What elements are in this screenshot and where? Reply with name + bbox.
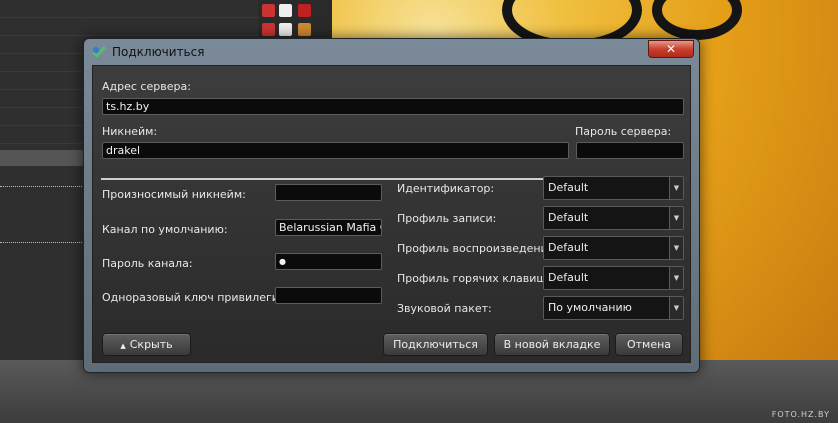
connect-button[interactable]: Подключиться [383,333,488,356]
nickname-input[interactable]: drakel [102,142,569,159]
identity-label: Идентификатор: [397,182,495,195]
close-button[interactable]: ✕ [648,40,694,58]
default-channel-label: Канал по умолчанию: [102,223,228,236]
user-icon [279,4,292,17]
default-channel-input[interactable]: Belarussian Mafia Crew [275,219,382,236]
background-row [0,18,258,36]
privilege-key-label: Одноразовый ключ привилегий: [102,291,290,304]
hide-button-label: Скрыть [129,338,173,351]
dialog-body: Адрес сервера: ts.hz.by Никнейм: drakel … [92,65,691,363]
chevron-down-icon[interactable]: ▼ [669,177,683,199]
flag-icon [262,23,275,36]
playback-profile-label: Профиль воспроизведения: [397,242,558,255]
phonetic-nickname-label: Произносимый никнейм: [102,188,246,201]
hotkey-profile-select-value: Default [548,271,589,284]
chevron-down-icon[interactable]: ▼ [669,207,683,229]
badge-icon [298,4,311,17]
chevron-down-icon[interactable]: ▼ [669,297,683,319]
watermark: FOTO.HZ.BY [771,410,830,419]
dialog-titlebar[interactable]: Подключиться ✕ [84,39,699,65]
hotkey-profile-select[interactable]: Default ▼ [543,266,684,290]
new-tab-button[interactable]: В новой вкладке [494,333,610,356]
artwork-stroke [652,0,742,40]
channel-password-label: Пароль канала: [102,257,193,270]
background-dotted-line [0,186,90,187]
badge-icon [298,23,311,36]
sound-pack-select-value: По умолчанию [548,301,632,314]
sound-pack-label: Звуковой пакет: [397,302,492,315]
playback-profile-select[interactable]: Default ▼ [543,236,684,260]
dialog-title: Подключиться [112,45,205,59]
background-dotted-line [0,242,90,243]
teamspeak-icon [91,46,107,59]
server-password-label: Пароль сервера: [575,125,672,138]
nickname-label: Никнейм: [102,125,158,138]
capture-profile-label: Профиль записи: [397,212,497,225]
cancel-button[interactable]: Отмена [615,333,683,356]
sound-pack-select[interactable]: По умолчанию ▼ [543,296,684,320]
server-address-input[interactable]: ts.hz.by [102,98,684,115]
identity-select-value: Default [548,181,589,194]
user-icon [279,23,292,36]
capture-profile-select-value: Default [548,211,589,224]
chevron-down-icon[interactable]: ▼ [669,237,683,259]
hotkey-profile-label: Профиль горячих клавиш: [397,272,551,285]
phonetic-nickname-input[interactable] [275,184,382,201]
identity-select[interactable]: Default ▼ [543,176,684,200]
capture-profile-select[interactable]: Default ▼ [543,206,684,230]
channel-password-input[interactable]: ● [275,253,382,270]
background-row [0,0,258,18]
privilege-key-input[interactable] [275,287,382,304]
hide-button[interactable]: ▲ Скрыть [102,333,191,356]
chevron-up-icon: ▲ [120,342,126,350]
server-address-label: Адрес сервера: [102,80,191,93]
server-password-input[interactable] [576,142,684,159]
flag-icon [262,4,275,17]
connect-dialog: Подключиться ✕ Адрес сервера: ts.hz.by Н… [83,38,700,373]
playback-profile-select-value: Default [548,241,589,254]
chevron-down-icon[interactable]: ▼ [669,267,683,289]
